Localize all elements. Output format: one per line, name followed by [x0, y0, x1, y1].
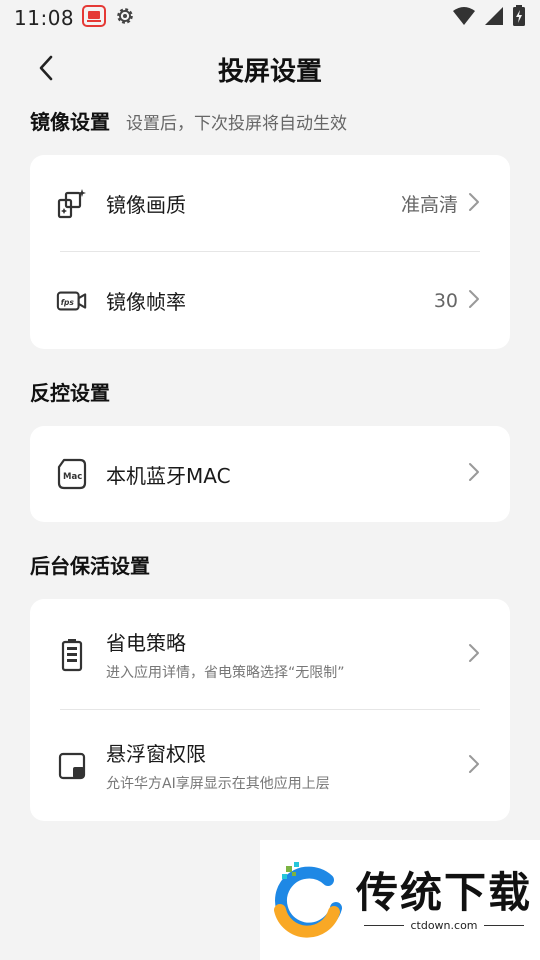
floating-window-label: 悬浮窗权限: [106, 742, 206, 766]
chevron-right-icon: [468, 462, 480, 486]
section-heading: 镜像设置: [30, 110, 110, 134]
watermark-line: [483, 924, 524, 926]
mirror-quality-icon: [56, 188, 88, 220]
chevron-right-icon: [468, 754, 480, 778]
mirror-quality-label: 镜像画质: [106, 193, 186, 217]
section-title-mirror: 镜像设置 设置后，下次投屏将自动生效: [30, 106, 347, 135]
power-saving-desc: 进入应用详情，省电策略选择“无限制”: [106, 665, 345, 681]
bluetooth-mac-row[interactable]: Mac 本机蓝牙MAC: [30, 426, 510, 522]
power-saving-label: 省电策略: [106, 631, 186, 655]
status-bar: 11:08: [0, 0, 540, 36]
wifi-icon: [452, 6, 476, 30]
fps-icon: fps: [56, 285, 88, 317]
watermark-line: [364, 924, 405, 926]
battery-icon: [56, 638, 88, 671]
page-title: 投屏设置: [217, 56, 322, 87]
chevron-right-icon: [468, 192, 480, 216]
chevron-right-icon: [468, 289, 480, 313]
header: 投屏设置: [0, 44, 540, 94]
svg-text:fps: fps: [61, 297, 75, 306]
ctdown-logo-icon: [268, 858, 348, 942]
mirror-fps-row[interactable]: fps 镜像帧率 30: [30, 252, 510, 349]
status-time: 11:08: [14, 6, 75, 30]
section-heading: 反控设置: [30, 381, 110, 405]
background-settings-card: 省电策略 进入应用详情，省电策略选择“无限制” 悬浮窗权限 允许华方AI享屏显示…: [30, 599, 510, 821]
battery-charging-icon: [512, 5, 526, 31]
chevron-right-icon: [468, 643, 480, 667]
cast-icon: [82, 5, 107, 31]
section-title-background: 后台保活设置: [30, 550, 150, 579]
floating-window-row[interactable]: 悬浮窗权限 允许华方AI享屏显示在其他应用上层: [30, 710, 510, 821]
watermark-title: 传统下载: [356, 867, 533, 917]
mac-icon: Mac: [56, 458, 88, 490]
mirror-fps-value: 30: [433, 289, 458, 312]
back-button[interactable]: [30, 54, 62, 86]
floating-window-icon: [56, 750, 88, 782]
gear-icon: [114, 5, 136, 31]
mirror-quality-row[interactable]: 镜像画质 准高清: [30, 155, 510, 252]
mirror-fps-label: 镜像帧率: [106, 290, 186, 314]
section-subtitle: 设置后，下次投屏将自动生效: [126, 114, 347, 134]
section-title-control: 反控设置: [30, 377, 110, 406]
floating-window-desc: 允许华方AI享屏显示在其他应用上层: [106, 776, 330, 792]
control-settings-card: Mac 本机蓝牙MAC: [30, 426, 510, 522]
section-heading: 后台保活设置: [30, 554, 150, 578]
bluetooth-mac-label: 本机蓝牙MAC: [106, 463, 231, 488]
chevron-left-icon: [36, 54, 56, 86]
watermark-url: ctdown.com: [410, 918, 478, 932]
svg-text:Mac: Mac: [63, 472, 82, 482]
mirror-quality-value: 准高清: [400, 194, 458, 216]
signal-icon: [484, 6, 504, 30]
power-saving-row[interactable]: 省电策略 进入应用详情，省电策略选择“无限制”: [30, 599, 510, 710]
mirror-settings-card: 镜像画质 准高清 fps 镜像帧率 30: [30, 155, 510, 349]
watermark: 传统下载 ctdown.com: [260, 840, 540, 960]
